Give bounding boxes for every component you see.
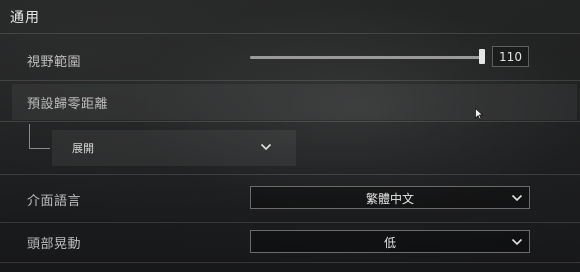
head-bob-select[interactable]: 低 <box>250 230 530 253</box>
language-select-value: 繁體中文 <box>365 192 414 206</box>
divider <box>0 222 580 223</box>
fov-slider-thumb[interactable] <box>479 49 485 64</box>
head-bob-label: 頭部晃動 <box>27 237 82 252</box>
expand-select-value: 展開 <box>72 142 94 155</box>
language-label: 介面語言 <box>27 194 82 209</box>
fov-label: 視野範圍 <box>27 55 82 70</box>
divider <box>0 121 580 122</box>
chevron-down-icon <box>511 194 523 202</box>
head-bob-select-value: 低 <box>383 236 396 250</box>
divider <box>0 33 580 34</box>
chevron-down-icon <box>260 143 272 151</box>
default-zero-label: 預設歸零距離 <box>27 97 109 112</box>
fov-slider-fill <box>250 56 483 59</box>
tree-connector-vertical <box>29 124 30 148</box>
mouse-cursor-icon <box>475 105 484 120</box>
default-zero-expand-select[interactable]: 展開 <box>52 130 296 166</box>
language-select[interactable]: 繁體中文 <box>250 186 530 209</box>
tree-connector-horizontal <box>29 148 50 149</box>
divider <box>0 262 580 263</box>
section-title: 通用 <box>10 10 40 26</box>
divider <box>0 80 580 81</box>
divider <box>0 174 580 175</box>
fov-slider-track[interactable] <box>250 56 485 59</box>
fov-value-input[interactable]: 110 <box>492 46 529 67</box>
chevron-down-icon <box>511 238 523 246</box>
setting-row-default-zero[interactable]: 預設歸零距離 <box>12 84 577 120</box>
